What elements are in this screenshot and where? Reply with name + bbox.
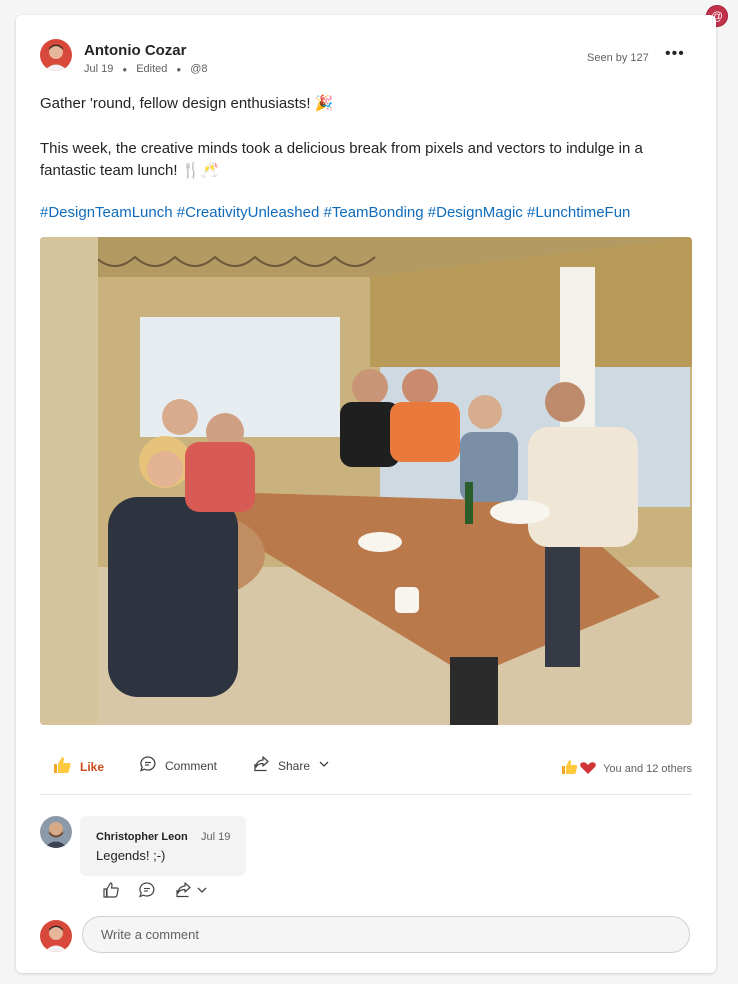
comment-share-icon[interactable] [174,881,208,899]
hashtag-link[interactable]: #CreativityUnleashed [177,204,320,221]
comment-text: Legends! ;-) [96,848,166,863]
chevron-down-icon[interactable] [196,884,208,896]
seen-by-count[interactable]: Seen by 127 [587,52,649,64]
post-date: Jul 19 [84,63,114,75]
comment-button[interactable]: Comment [139,755,217,776]
hashtag-link[interactable]: #DesignMagic [428,204,523,221]
comment-date: Jul 19 [201,831,231,843]
like-button[interactable]: Like [52,755,104,778]
comment-actions [102,881,208,899]
comment-input-container [82,916,690,953]
thumbs-up-icon [52,755,72,778]
author-avatar[interactable] [40,39,72,71]
comment-reply-icon[interactable] [138,881,156,899]
reactions-text: You and 12 others [603,762,692,775]
comment-like-icon[interactable] [102,881,120,899]
edited-label: Edited [136,63,168,75]
comment-bubble: Christopher Leon Jul 19 Legends! ;-) [80,816,246,876]
more-options-icon[interactable]: ••• [665,45,685,63]
comment-input[interactable] [83,917,689,952]
commenter-name[interactable]: Christopher Leon [96,831,188,843]
hashtag-link[interactable]: #LunchtimeFun [527,204,630,221]
comment-icon [139,755,157,776]
separator-dot: ● [122,64,128,74]
author-name[interactable]: Antonio Cozar [84,42,187,59]
separator-dot: ● [176,64,182,74]
hashtag-link[interactable]: #DesignTeamLunch [40,204,173,221]
current-user-avatar [40,920,72,952]
reactions-summary[interactable]: You and 12 others [561,758,692,779]
post-actions: Like Comment Share You and 12 others [40,755,692,781]
share-label: Share [278,758,311,773]
hashtag-link[interactable]: #TeamBonding [324,204,424,221]
hashtags: #DesignTeamLunch #CreativityUnleashed #T… [40,204,630,221]
reaction-icons [561,758,597,779]
chevron-down-icon[interactable] [318,758,330,773]
comment-label: Comment [165,758,218,773]
share-icon [252,755,270,776]
like-label: Like [80,759,105,774]
commenter-avatar[interactable] [40,816,72,848]
share-button[interactable]: Share [252,755,330,776]
post-text-line2: This week, the creative minds took a del… [40,140,643,179]
post-meta: Jul 19 ● Edited ● @8 [84,63,208,75]
divider [40,794,692,795]
post-card: Antonio Cozar Jul 19 ● Edited ● @8 Seen … [16,15,716,973]
post-photo[interactable] [40,237,692,725]
post-text-line1: Gather 'round, fellow design enthusiasts… [40,95,334,112]
mention-count[interactable]: @8 [190,63,207,75]
